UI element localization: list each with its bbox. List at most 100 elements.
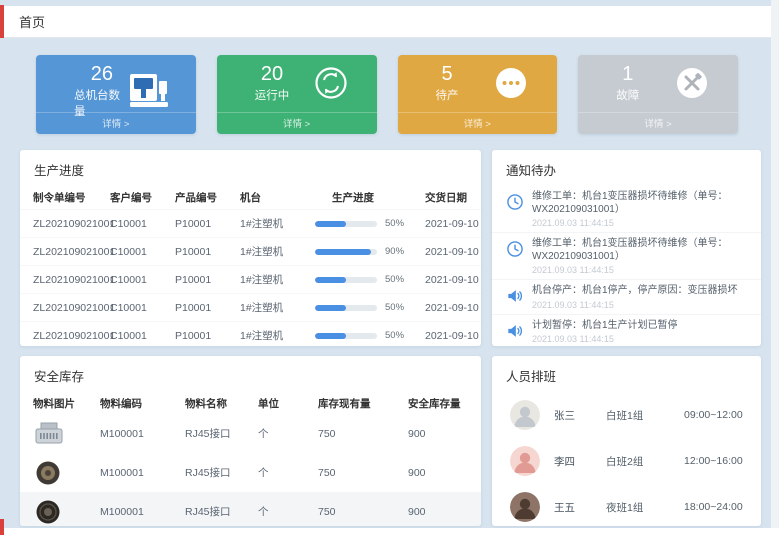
stock-qty-cell: 750 [318, 467, 408, 479]
order-no-cell: ZL202109021001 [33, 218, 110, 230]
notification-item[interactable]: 维修工单：机台1变压器损坏待维修（单号：WX202109031001） 2021… [492, 186, 761, 233]
panel-title: 安全库存 [20, 356, 481, 392]
stat-value: 5 [441, 63, 452, 85]
stat-card-body: 1 故障 [578, 55, 738, 103]
panel-title: 人员排班 [492, 356, 761, 392]
unit-cell: 个 [258, 465, 318, 480]
progress-cell: 50% [315, 330, 425, 341]
column-header: 物料名称 [185, 396, 258, 411]
table-row: ZL202109021001 C10001 P10001 1#注塑机 90% 2… [20, 237, 481, 265]
avatar-zhangsan [510, 400, 540, 430]
delivery-date-cell: 2021-09-10 [425, 302, 481, 314]
stat-label: 故障 [616, 87, 639, 103]
customer-no-cell: C10001 [110, 330, 175, 342]
material-name-cell: RJ45接口 [185, 426, 258, 441]
delivery-date-cell: 2021-09-10 [425, 218, 481, 230]
unit-cell: 个 [258, 426, 318, 441]
shift-label: 白班2组 [606, 454, 684, 469]
stat-card-total-machines[interactable]: 26 总机台数量 详情 > [36, 55, 196, 134]
progress-bar [315, 249, 377, 255]
delivery-date-cell: 2021-09-10 [425, 330, 481, 342]
production-table: 制令单编号 客户编号 产品编号 机台 生产进度 交货日期 ZL202109021… [20, 186, 481, 346]
progress-cell: 50% [315, 302, 425, 313]
progress-label: 50% [385, 302, 404, 313]
fault-icon [672, 65, 712, 101]
inventory-table-header: 物料图片 物料编码 物料名称 单位 库存现有量 安全库存量 [20, 392, 481, 414]
detail-link[interactable]: 详情 > [36, 112, 196, 134]
stat-value: 26 [91, 63, 113, 85]
notification-text: 维修工单：机台1变压器损坏待维修（单号：WX202109031001） [532, 191, 751, 216]
notification-item[interactable]: 计划暂停：机台1生产计划已暂停 2021.09.03 11:44:15 [492, 315, 761, 347]
stat-card-text: 26 总机台数量 [74, 63, 130, 119]
employee-name: 王五 [554, 500, 606, 515]
delivery-date-cell: 2021-09-10 [425, 246, 481, 258]
notification-time: 2021.09.03 11:44:15 [532, 334, 678, 344]
machine-cell: 1#注塑机 [240, 300, 315, 315]
production-table-header: 制令单编号 客户编号 产品编号 机台 生产进度 交货日期 [20, 186, 481, 209]
progress-label: 50% [385, 330, 404, 341]
unit-cell: 个 [258, 504, 318, 519]
dashboard-screen: 首页 26 总机台数量 [0, 0, 779, 536]
stat-card-waiting[interactable]: 5 待产 详情 > [398, 55, 558, 134]
material-code-cell: M100001 [100, 467, 185, 479]
safety-qty-cell: 900 [408, 428, 481, 440]
speaker-component-image [33, 498, 65, 525]
panel-title: 生产进度 [20, 150, 481, 186]
column-header: 交货日期 [425, 190, 481, 205]
shift-label: 夜班1组 [606, 500, 684, 515]
inventory-table: 物料图片 物料编码 物料名称 单位 库存现有量 安全库存量 [20, 392, 481, 526]
machine-cell: 1#注塑机 [240, 244, 315, 259]
coil-component-image [33, 459, 65, 486]
screen-bottom-strip [0, 528, 779, 536]
column-header: 安全库存量 [408, 396, 481, 411]
progress-fill [315, 305, 346, 311]
column-header: 库存现有量 [318, 396, 408, 411]
stat-card-body: 5 待产 [398, 55, 558, 103]
page-title[interactable]: 首页 [19, 12, 45, 31]
notification-time: 2021.09.03 11:44:15 [532, 218, 751, 228]
notification-item[interactable]: 维修工单：机台1变压器损坏待维修（单号：WX202109031001） 2021… [492, 233, 761, 280]
order-no-cell: ZL202109021001 [33, 246, 110, 258]
stat-card-text: 5 待产 [436, 63, 459, 103]
stat-card-fault[interactable]: 1 故障 详情 > [578, 55, 738, 134]
notification-time: 2021.09.03 11:44:15 [532, 300, 738, 310]
stat-card-text: 20 运行中 [255, 63, 290, 103]
safety-qty-cell: 900 [408, 506, 481, 518]
material-code-cell: M100001 [100, 506, 185, 518]
detail-link[interactable]: 详情 > [398, 112, 558, 134]
safety-qty-cell: 900 [408, 467, 481, 479]
delivery-date-cell: 2021-09-10 [425, 274, 481, 286]
product-no-cell: P10001 [175, 330, 240, 342]
product-no-cell: P10001 [175, 302, 240, 314]
schedule-row: 王五 夜班1组 18:00~24:00 [492, 484, 761, 526]
product-no-cell: P10001 [175, 274, 240, 286]
notification-item[interactable]: 机台停产：机台1停产，停产原因：变压器损坏 2021.09.03 11:44:1… [492, 280, 761, 315]
shift-time: 09:00~12:00 [684, 409, 743, 421]
stat-card-body: 20 运行中 [217, 55, 377, 103]
shift-label: 白班1组 [606, 408, 684, 423]
column-header: 制令单编号 [33, 190, 110, 205]
material-code-cell: M100001 [100, 428, 185, 440]
table-row: M100001 RJ45接口 个 750 900 [20, 492, 481, 526]
customer-no-cell: C10001 [110, 246, 175, 258]
notification-text: 维修工单：机台1变压器损坏待维修（单号：WX202109031001） [532, 238, 751, 263]
stat-card-running[interactable]: 20 运行中 详情 > [217, 55, 377, 134]
notification-text: 机台停产：机台1停产，停产原因：变压器损坏 [532, 285, 738, 298]
running-icon [311, 65, 351, 101]
avatar-wangwu [510, 492, 540, 522]
order-no-cell: ZL202109021001 [33, 274, 110, 286]
screen-artifact-red-mark-bottom [0, 519, 4, 535]
employee-name: 李四 [554, 454, 606, 469]
stat-card-body: 26 总机台数量 [36, 55, 196, 119]
detail-link[interactable]: 详情 > [578, 112, 738, 134]
rj45-connector-image [33, 420, 65, 447]
progress-cell: 90% [315, 246, 425, 257]
stat-cards-row: 26 总机台数量 详情 > [36, 55, 738, 134]
column-header: 客户编号 [110, 190, 175, 205]
progress-bar [315, 333, 377, 339]
material-name-cell: RJ45接口 [185, 465, 258, 480]
clock-icon [505, 239, 525, 259]
production-progress-panel: 生产进度 制令单编号 客户编号 产品编号 机台 生产进度 交货日期 ZL2021… [20, 150, 481, 346]
detail-link[interactable]: 详情 > [217, 112, 377, 134]
order-no-cell: ZL202109021001 [33, 302, 110, 314]
